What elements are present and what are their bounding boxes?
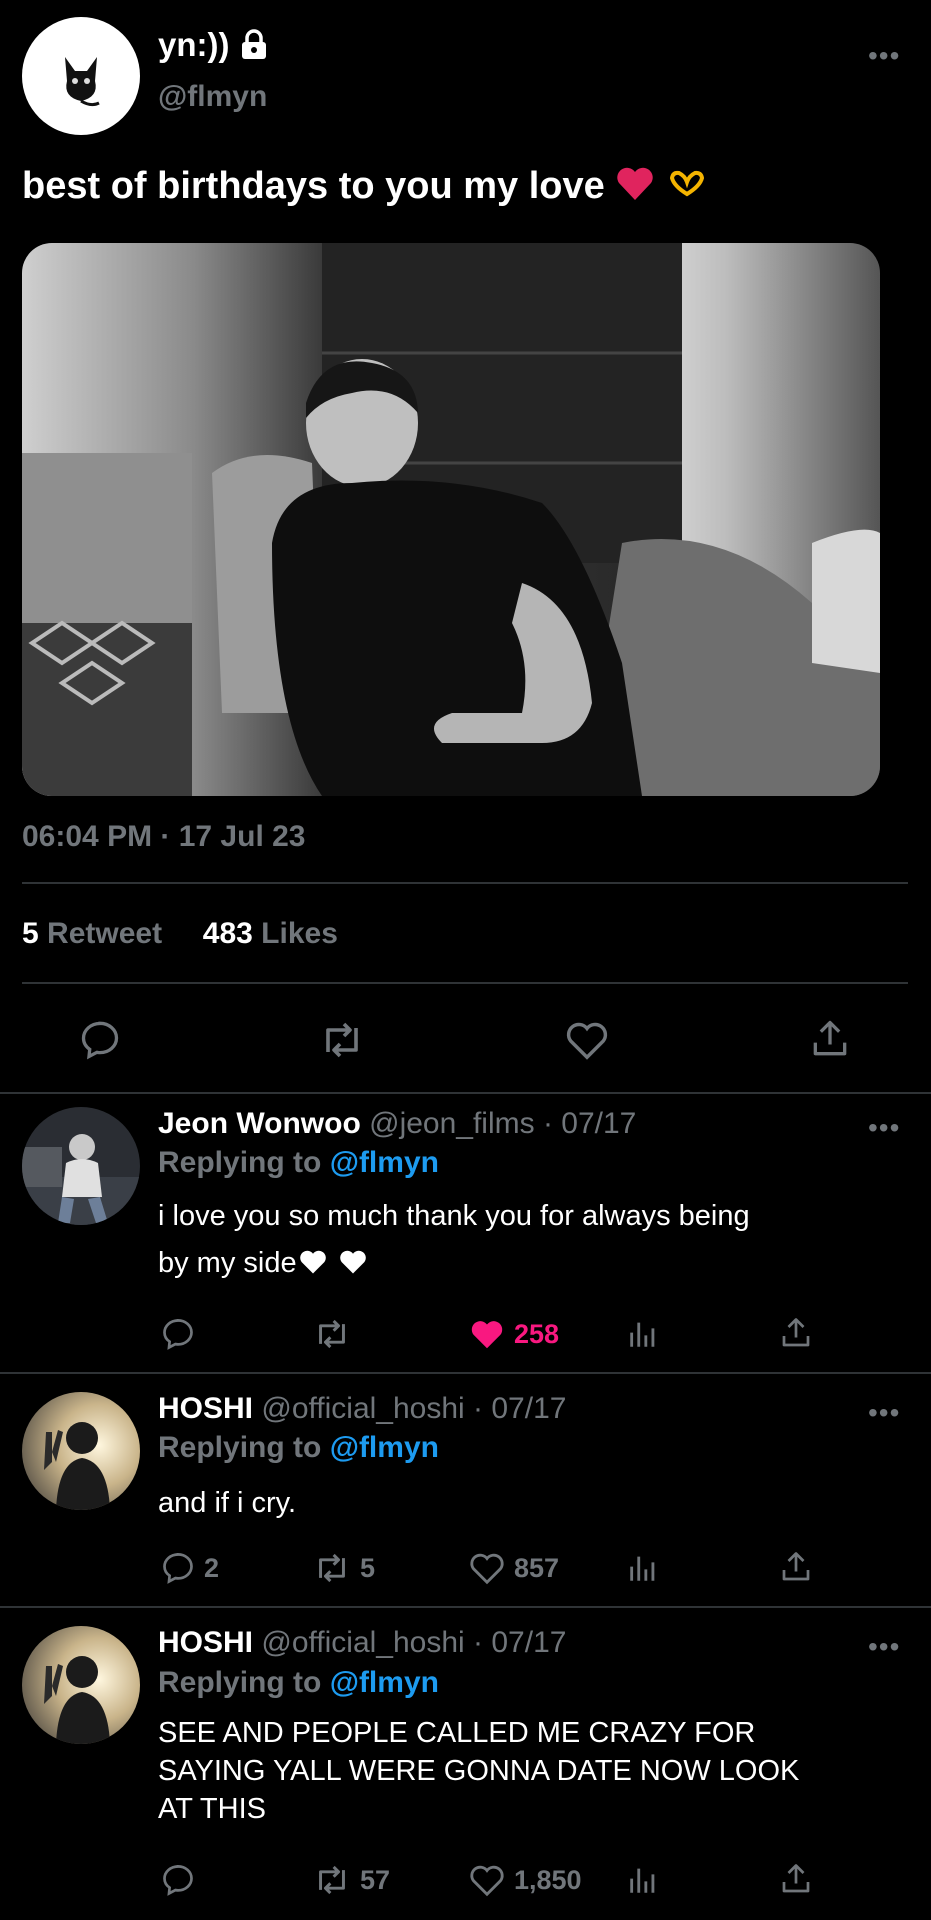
more-options-icon[interactable]: ••• xyxy=(868,1397,900,1429)
avatar-hoshi[interactable] xyxy=(22,1392,140,1510)
avatar-photo xyxy=(22,1107,140,1225)
display-name[interactable]: yn:)) xyxy=(158,26,229,64)
reply-button[interactable] xyxy=(160,1862,196,1898)
like-count: 1,850 xyxy=(514,1864,582,1895)
reply-button[interactable] xyxy=(160,1316,196,1352)
like-count: 857 xyxy=(514,1552,560,1583)
retweet-count: 57 xyxy=(360,1864,391,1895)
reply-icon xyxy=(163,1318,193,1350)
share-button[interactable] xyxy=(778,1314,814,1352)
avatar-photo xyxy=(22,1626,140,1744)
photo-image xyxy=(22,243,880,796)
avatar-hoshi[interactable] xyxy=(22,1626,140,1744)
share-button[interactable] xyxy=(808,1016,852,1062)
reply-text: and if i cry. xyxy=(158,1487,297,1519)
like-button[interactable] xyxy=(564,1018,610,1062)
reply-text: i love you so much thank you for always … xyxy=(158,1200,750,1279)
retweet-icon xyxy=(326,1022,358,1058)
black-cat-icon xyxy=(65,57,100,107)
tweet-text-row: best of birthdays to you my love xyxy=(22,165,708,208)
share-button[interactable] xyxy=(778,1860,814,1898)
reply-icon xyxy=(81,1021,119,1060)
divider xyxy=(22,882,908,884)
user-handle[interactable]: @flmyn xyxy=(158,80,267,114)
like-button[interactable]: 857 xyxy=(468,1550,559,1586)
analytics-button[interactable] xyxy=(626,1862,660,1898)
heart-hands-emoji-icon xyxy=(669,170,704,197)
reply-author-name[interactable]: HOSHI xyxy=(158,1392,253,1425)
share-icon xyxy=(782,1552,810,1581)
likes-stat[interactable]: 483 Likes xyxy=(203,917,338,950)
analytics-button[interactable] xyxy=(626,1550,660,1586)
heart-outline-icon xyxy=(566,1022,608,1060)
divider xyxy=(0,1606,931,1608)
replying-to-handle[interactable]: @flmyn xyxy=(330,1431,439,1464)
reply-icon xyxy=(163,1864,193,1896)
like-button[interactable]: 1,850 xyxy=(468,1862,582,1898)
reply-header: HOSHI @official_hoshi · 07/17 xyxy=(158,1626,566,1660)
analytics-icon xyxy=(630,1322,655,1347)
tweet-photo[interactable] xyxy=(22,243,880,796)
share-icon xyxy=(782,1318,810,1347)
retweet-icon xyxy=(319,1865,345,1895)
reply-header: HOSHI @official_hoshi · 07/17 xyxy=(158,1392,566,1426)
analytics-button[interactable] xyxy=(626,1316,660,1352)
tweet-text: best of birthdays to you my love xyxy=(22,165,605,207)
more-options-icon[interactable]: ••• xyxy=(868,40,900,72)
white-heart-emoji-icon xyxy=(339,1250,366,1274)
retweet-button[interactable] xyxy=(318,1018,366,1062)
analytics-icon xyxy=(630,1868,655,1893)
retweet-icon xyxy=(319,1319,345,1349)
reply-meta: @official_hoshi · 07/17 xyxy=(261,1626,567,1659)
divider xyxy=(0,1372,931,1374)
tweet-timestamp[interactable]: 06:04 PM · 17 Jul 23 xyxy=(22,820,305,854)
more-options-icon[interactable]: ••• xyxy=(868,1112,900,1144)
retweet-button[interactable]: 57 xyxy=(312,1862,390,1898)
reply-button[interactable] xyxy=(78,1018,122,1062)
lock-icon xyxy=(242,29,267,59)
more-options-icon[interactable]: ••• xyxy=(868,1631,900,1663)
heart-outline-icon xyxy=(470,1865,504,1897)
retweet-count: 5 xyxy=(360,1552,376,1583)
reply-meta: @jeon_films · 07/17 xyxy=(369,1107,637,1140)
reply-count: 2 xyxy=(204,1552,220,1583)
reply-header: Jeon Wonwoo @jeon_films · 07/17 xyxy=(158,1107,636,1141)
retweet-button[interactable] xyxy=(312,1316,352,1352)
reply-author-name[interactable]: HOSHI xyxy=(158,1626,253,1659)
like-count: 258 xyxy=(514,1318,560,1349)
reply-author-name[interactable]: Jeon Wonwoo xyxy=(158,1107,361,1140)
display-name-row: yn:)) xyxy=(158,26,269,64)
retweet-icon xyxy=(319,1553,345,1583)
divider xyxy=(22,982,908,984)
reply-meta: @official_hoshi · 07/17 xyxy=(261,1392,567,1425)
heart-filled-icon xyxy=(471,1321,503,1349)
share-button[interactable] xyxy=(778,1548,814,1586)
replying-to-handle[interactable]: @flmyn xyxy=(330,1146,439,1179)
red-heart-emoji-icon xyxy=(617,167,654,200)
avatar-photo xyxy=(22,1392,140,1510)
reply-button[interactable]: 2 xyxy=(160,1550,219,1586)
avatar-main[interactable] xyxy=(22,17,140,135)
avatar-jeon-wonwoo[interactable] xyxy=(22,1107,140,1225)
retweet-button[interactable]: 5 xyxy=(312,1550,375,1586)
share-icon xyxy=(782,1864,810,1893)
like-button[interactable]: 258 xyxy=(468,1316,559,1352)
white-heart-emoji-icon xyxy=(299,1250,326,1274)
heart-outline-icon xyxy=(470,1553,504,1585)
tweet-stats: 5 Retweet 483 Likes xyxy=(22,917,338,951)
reply-icon xyxy=(163,1552,193,1584)
divider xyxy=(0,1092,931,1094)
reply-text: SEE AND PEOPLE CALLED ME CRAZY FOR SAYIN… xyxy=(158,1717,800,1825)
replying-to: Replying to @flmyn xyxy=(158,1666,439,1699)
replying-to: Replying to @flmyn xyxy=(158,1431,439,1464)
replying-to-handle[interactable]: @flmyn xyxy=(330,1666,439,1699)
retweet-stat[interactable]: 5 Retweet xyxy=(22,917,162,950)
analytics-icon xyxy=(630,1556,655,1581)
replying-to: Replying to @flmyn xyxy=(158,1146,439,1179)
share-icon xyxy=(813,1020,847,1056)
